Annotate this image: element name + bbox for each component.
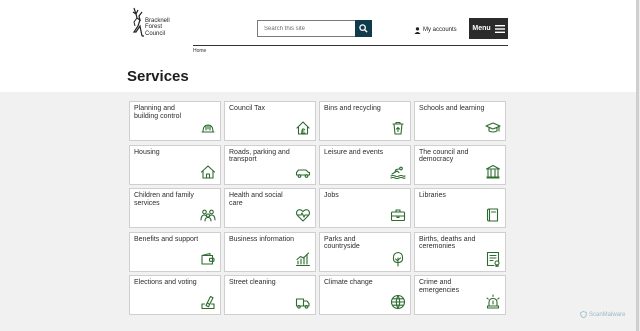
service-card-label: Births, deaths and ceremonies xyxy=(419,235,476,251)
service-card-label: Libraries xyxy=(419,192,446,199)
site-search xyxy=(257,20,372,37)
service-card-label: Bins and recycling xyxy=(324,105,381,112)
service-card[interactable]: Libraries xyxy=(414,188,506,228)
shield-icon xyxy=(580,311,587,318)
wallet-icon xyxy=(201,252,215,265)
ballot-icon xyxy=(201,295,215,310)
page-title: Services xyxy=(127,68,189,85)
search-input[interactable] xyxy=(258,21,356,36)
service-card-label: Health and social care xyxy=(229,192,283,207)
header-divider xyxy=(193,45,508,46)
service-card-label: Leisure and events xyxy=(324,148,384,156)
service-card[interactable]: Health and social care xyxy=(224,188,316,228)
service-card-label: Elections and voting xyxy=(134,279,197,286)
service-card-label: Benefits and support xyxy=(134,235,199,243)
heartbeat-icon xyxy=(295,209,311,222)
service-card-label: Council Tax xyxy=(229,105,266,112)
service-card-label: Business information xyxy=(229,235,294,243)
service-card[interactable]: The council and democracy xyxy=(414,144,506,185)
breadcrumb-home-link[interactable]: Home xyxy=(193,48,206,54)
book-icon xyxy=(486,208,499,222)
menu-button[interactable]: Menu xyxy=(469,18,508,39)
service-card-label: Jobs xyxy=(324,192,339,199)
service-card-label: Planning and building control xyxy=(134,105,182,120)
service-card[interactable]: Bins and recycling xyxy=(319,101,411,141)
columns-building-icon xyxy=(485,164,501,179)
briefcase-icon xyxy=(390,209,406,222)
bar-chart-icon xyxy=(295,251,311,266)
service-card[interactable]: Street cleaning xyxy=(224,275,316,315)
house-icon xyxy=(200,164,216,179)
service-card[interactable]: Leisure and events xyxy=(319,144,411,185)
service-card-label: Street cleaning xyxy=(229,279,276,286)
service-card-label: Climate change xyxy=(324,279,373,286)
service-card[interactable]: Business information xyxy=(224,231,316,272)
certificate-icon xyxy=(486,251,500,267)
service-card-label: Schools and learning xyxy=(419,105,485,112)
service-card-label: Crime and emergencies xyxy=(419,279,460,294)
council-logo[interactable]: Bracknell Forest Council xyxy=(128,6,188,44)
service-card[interactable]: Housing xyxy=(129,144,221,185)
scrollbar[interactable] xyxy=(636,0,639,331)
service-card-label: The council and democracy xyxy=(419,148,469,164)
logo-text: Bracknell Forest Council xyxy=(145,18,170,37)
graduation-cap-icon xyxy=(485,122,501,133)
service-card[interactable]: Roads, parking and transport xyxy=(224,144,316,185)
watermark-text: ScanMalware xyxy=(589,311,626,318)
recycle-bin-icon xyxy=(392,121,404,135)
swimmer-icon xyxy=(390,166,406,179)
globe-icon xyxy=(390,294,406,310)
service-card-label: Parks and countryside xyxy=(324,235,360,251)
my-accounts-label: My accounts xyxy=(423,27,457,33)
siren-icon xyxy=(486,294,500,309)
service-card[interactable]: Schools and learning xyxy=(414,101,506,141)
my-accounts-link[interactable]: My accounts xyxy=(414,25,457,35)
search-button[interactable] xyxy=(355,20,372,37)
service-card[interactable]: Elections and voting xyxy=(129,275,221,315)
tree-icon xyxy=(392,251,404,267)
service-card[interactable]: Births, deaths and ceremonies xyxy=(414,231,506,272)
service-card[interactable]: Crime and emergencies xyxy=(414,275,506,315)
service-card[interactable]: Planning and building control xyxy=(129,101,221,141)
site-header: Bracknell Forest Council My accounts Men… xyxy=(0,0,640,92)
watermark: ScanMalware xyxy=(580,311,625,318)
service-card[interactable]: Benefits and support xyxy=(129,231,221,272)
breadcrumb: Home xyxy=(193,48,206,54)
house-pound-icon xyxy=(296,121,310,135)
hard-hat-icon xyxy=(201,124,215,133)
service-card[interactable]: Jobs xyxy=(319,188,411,228)
service-card-label: Children and family services xyxy=(134,192,194,207)
services-grid: Planning and building control Council Tax… xyxy=(129,101,507,316)
service-card[interactable]: Children and family services xyxy=(129,188,221,228)
service-card[interactable]: Council Tax xyxy=(224,101,316,141)
family-icon xyxy=(200,209,216,222)
user-icon xyxy=(414,26,421,34)
hamburger-icon xyxy=(494,24,505,33)
service-card-label: Housing xyxy=(134,148,160,156)
service-card[interactable]: Parks and countryside xyxy=(319,231,411,272)
service-card-label: Roads, parking and transport xyxy=(229,148,290,164)
service-card[interactable]: Climate change xyxy=(319,275,411,315)
menu-label: Menu xyxy=(472,25,491,32)
car-icon xyxy=(295,168,311,178)
street-sweeper-icon xyxy=(295,298,310,309)
search-icon xyxy=(359,24,368,33)
